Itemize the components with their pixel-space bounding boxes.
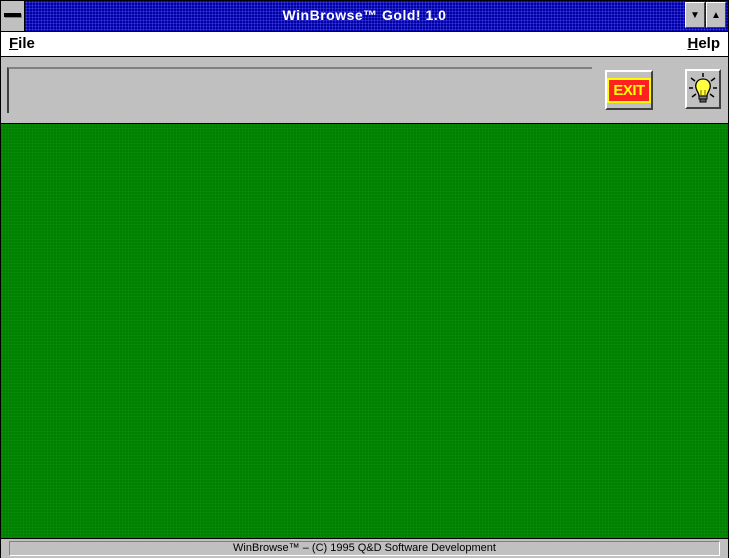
status-text: WinBrowse™ – (C) 1995 Q&D Software Devel… — [9, 541, 720, 556]
window-title: WinBrowse™ Gold! 1.0 — [282, 7, 447, 23]
menu-help[interactable]: Help — [687, 35, 720, 52]
menu-file-mnemonic: F — [9, 35, 19, 52]
minimize-button[interactable]: ▼ — [685, 2, 705, 28]
address-field[interactable] — [7, 67, 592, 113]
menu-file[interactable]: File — [9, 35, 35, 52]
menu-file-label: ile — [18, 35, 35, 52]
help-lightbulb-button[interactable] — [685, 69, 721, 109]
title-bar[interactable]: WinBrowse™ Gold! 1.0 ▼ ▲ — [1, 1, 728, 32]
status-bar: WinBrowse™ – (C) 1995 Q&D Software Devel… — [1, 538, 728, 558]
menu-help-label: elp — [698, 35, 720, 52]
menu-help-mnemonic: H — [687, 35, 699, 52]
browser-content-area[interactable] — [1, 124, 728, 538]
lightbulb-icon — [689, 73, 717, 103]
maximize-button[interactable]: ▲ — [706, 2, 726, 28]
maximize-icon: ▲ — [711, 9, 721, 21]
exit-label: EXIT — [607, 77, 651, 103]
exit-button[interactable]: EXIT — [605, 70, 653, 110]
minimize-icon: ▼ — [690, 9, 700, 21]
menu-bar: File Help — [1, 32, 728, 57]
toolbar: EXIT — [1, 57, 728, 124]
app-window: WinBrowse™ Gold! 1.0 ▼ ▲ File Help EXIT — [0, 0, 729, 558]
